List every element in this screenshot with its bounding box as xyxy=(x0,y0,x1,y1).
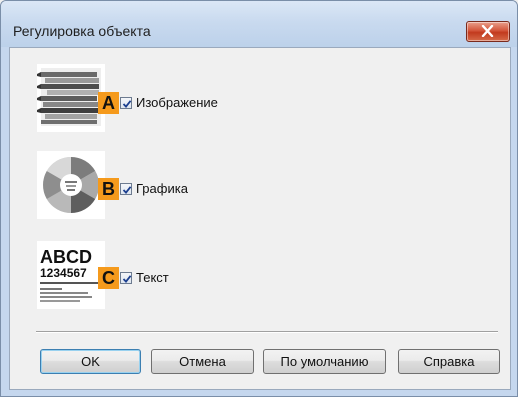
thumbnail-text-line2: 1234567 xyxy=(40,266,87,280)
cancel-button[interactable]: Отмена xyxy=(151,349,254,374)
donut-chart-thumbnail-icon xyxy=(37,151,105,219)
close-icon xyxy=(481,25,494,37)
image-label[interactable]: Изображение xyxy=(136,95,218,110)
text-sample-thumbnail-icon: ABCD 1234567 xyxy=(37,241,105,309)
graphics-checkbox[interactable] xyxy=(120,183,132,195)
checkmark-icon xyxy=(122,275,132,283)
close-button[interactable] xyxy=(466,21,510,42)
text-checkbox[interactable] xyxy=(120,272,132,284)
separator xyxy=(36,331,498,333)
option-a-badge: A xyxy=(98,92,119,114)
defaults-button[interactable]: По умолчанию xyxy=(263,349,386,374)
checkmark-icon xyxy=(122,186,132,194)
ok-button[interactable]: OK xyxy=(40,349,141,374)
photo-thumbnail-icon xyxy=(37,64,105,132)
image-checkbox[interactable] xyxy=(120,97,132,109)
checkmark-icon xyxy=(122,100,132,108)
thumbnail-text-line1: ABCD xyxy=(40,247,92,267)
text-label[interactable]: Текст xyxy=(136,270,169,285)
option-b-badge: B xyxy=(98,178,119,200)
dialog-content: A Изображение B Графика ABCD 1234567 C Т… xyxy=(9,47,511,390)
window-title: Регулировка объекта xyxy=(13,23,151,39)
graphics-label[interactable]: Графика xyxy=(136,181,188,196)
help-button[interactable]: Справка xyxy=(398,349,500,374)
option-c-badge: C xyxy=(98,267,119,289)
dialog-window: Регулировка объекта A Изображение B Граф… xyxy=(0,0,518,397)
title-bar[interactable]: Регулировка объекта xyxy=(1,1,517,47)
